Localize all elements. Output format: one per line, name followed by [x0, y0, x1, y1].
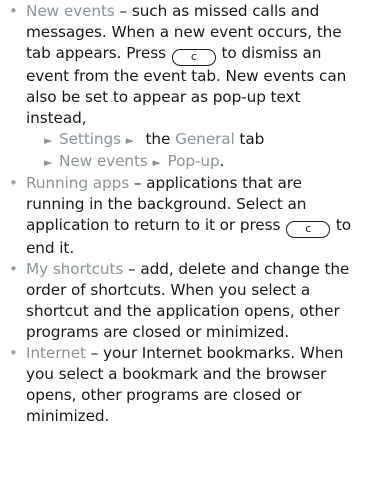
nav-path-popup: ► New events ► Pop-up. [26, 151, 365, 173]
nav-path-settings: ► Settings ► the General tab [26, 129, 365, 151]
bullet-icon: • [9, 174, 18, 192]
term-my-shortcuts: My shortcuts [26, 260, 124, 278]
list-item-my-shortcuts: • My shortcuts – add, delete and change … [8, 259, 365, 343]
term-new-events: New events [26, 2, 115, 20]
bullet-icon: • [9, 2, 18, 20]
c-key-icon: c [286, 221, 331, 238]
bullet-icon: • [9, 344, 18, 362]
list-item-new-events: • New events – such as missed calls and … [8, 1, 365, 173]
arrow-right-icon: ► [44, 156, 53, 169]
term-running-apps: Running apps [26, 174, 130, 192]
list-item-internet: • Internet – your Internet bookmarks. Wh… [8, 343, 365, 427]
manual-page: • New events – such as missed calls and … [0, 0, 369, 504]
term-internet: Internet [26, 344, 86, 362]
c-key-icon: c [171, 49, 216, 66]
arrow-right-icon: ► [44, 134, 53, 147]
nav-text: . [219, 152, 225, 170]
list-item-running-apps: • Running apps – applications that are r… [8, 173, 365, 259]
bullet-icon: • [9, 260, 18, 278]
nav-popup: Pop-up [167, 152, 220, 170]
nav-settings: Settings [59, 130, 121, 148]
nav-text: the [140, 130, 176, 148]
arrow-right-icon: ► [152, 156, 161, 169]
nav-text: tab [234, 130, 265, 148]
arrow-right-icon: ► [125, 134, 135, 147]
nav-general: General [175, 130, 235, 148]
nav-new-events: New events [59, 152, 148, 170]
